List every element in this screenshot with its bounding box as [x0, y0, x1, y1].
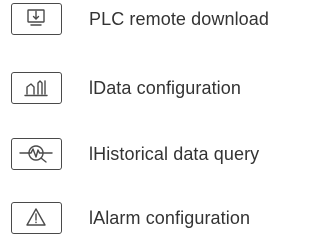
menu-item-label: lAlarm configuration	[89, 208, 251, 228]
menu-item-historical-data-query[interactable]: lHistorical data query	[0, 138, 318, 178]
menu-item-label: lData configuration	[89, 78, 241, 98]
menu-item-label: lHistorical data query	[89, 144, 260, 164]
feature-menu: PLC remote download lData configuration …	[0, 0, 318, 240]
waveform-search-icon	[11, 138, 62, 170]
monitor-download-icon	[11, 3, 62, 35]
menu-item-plc-remote-download[interactable]: PLC remote download	[0, 3, 318, 43]
menu-item-label: PLC remote download	[89, 9, 270, 29]
bar-chart-icon	[11, 72, 62, 104]
warning-triangle-icon	[11, 202, 62, 234]
menu-item-data-configuration[interactable]: lData configuration	[0, 72, 318, 112]
menu-item-alarm-configuration[interactable]: lAlarm configuration	[0, 202, 318, 240]
